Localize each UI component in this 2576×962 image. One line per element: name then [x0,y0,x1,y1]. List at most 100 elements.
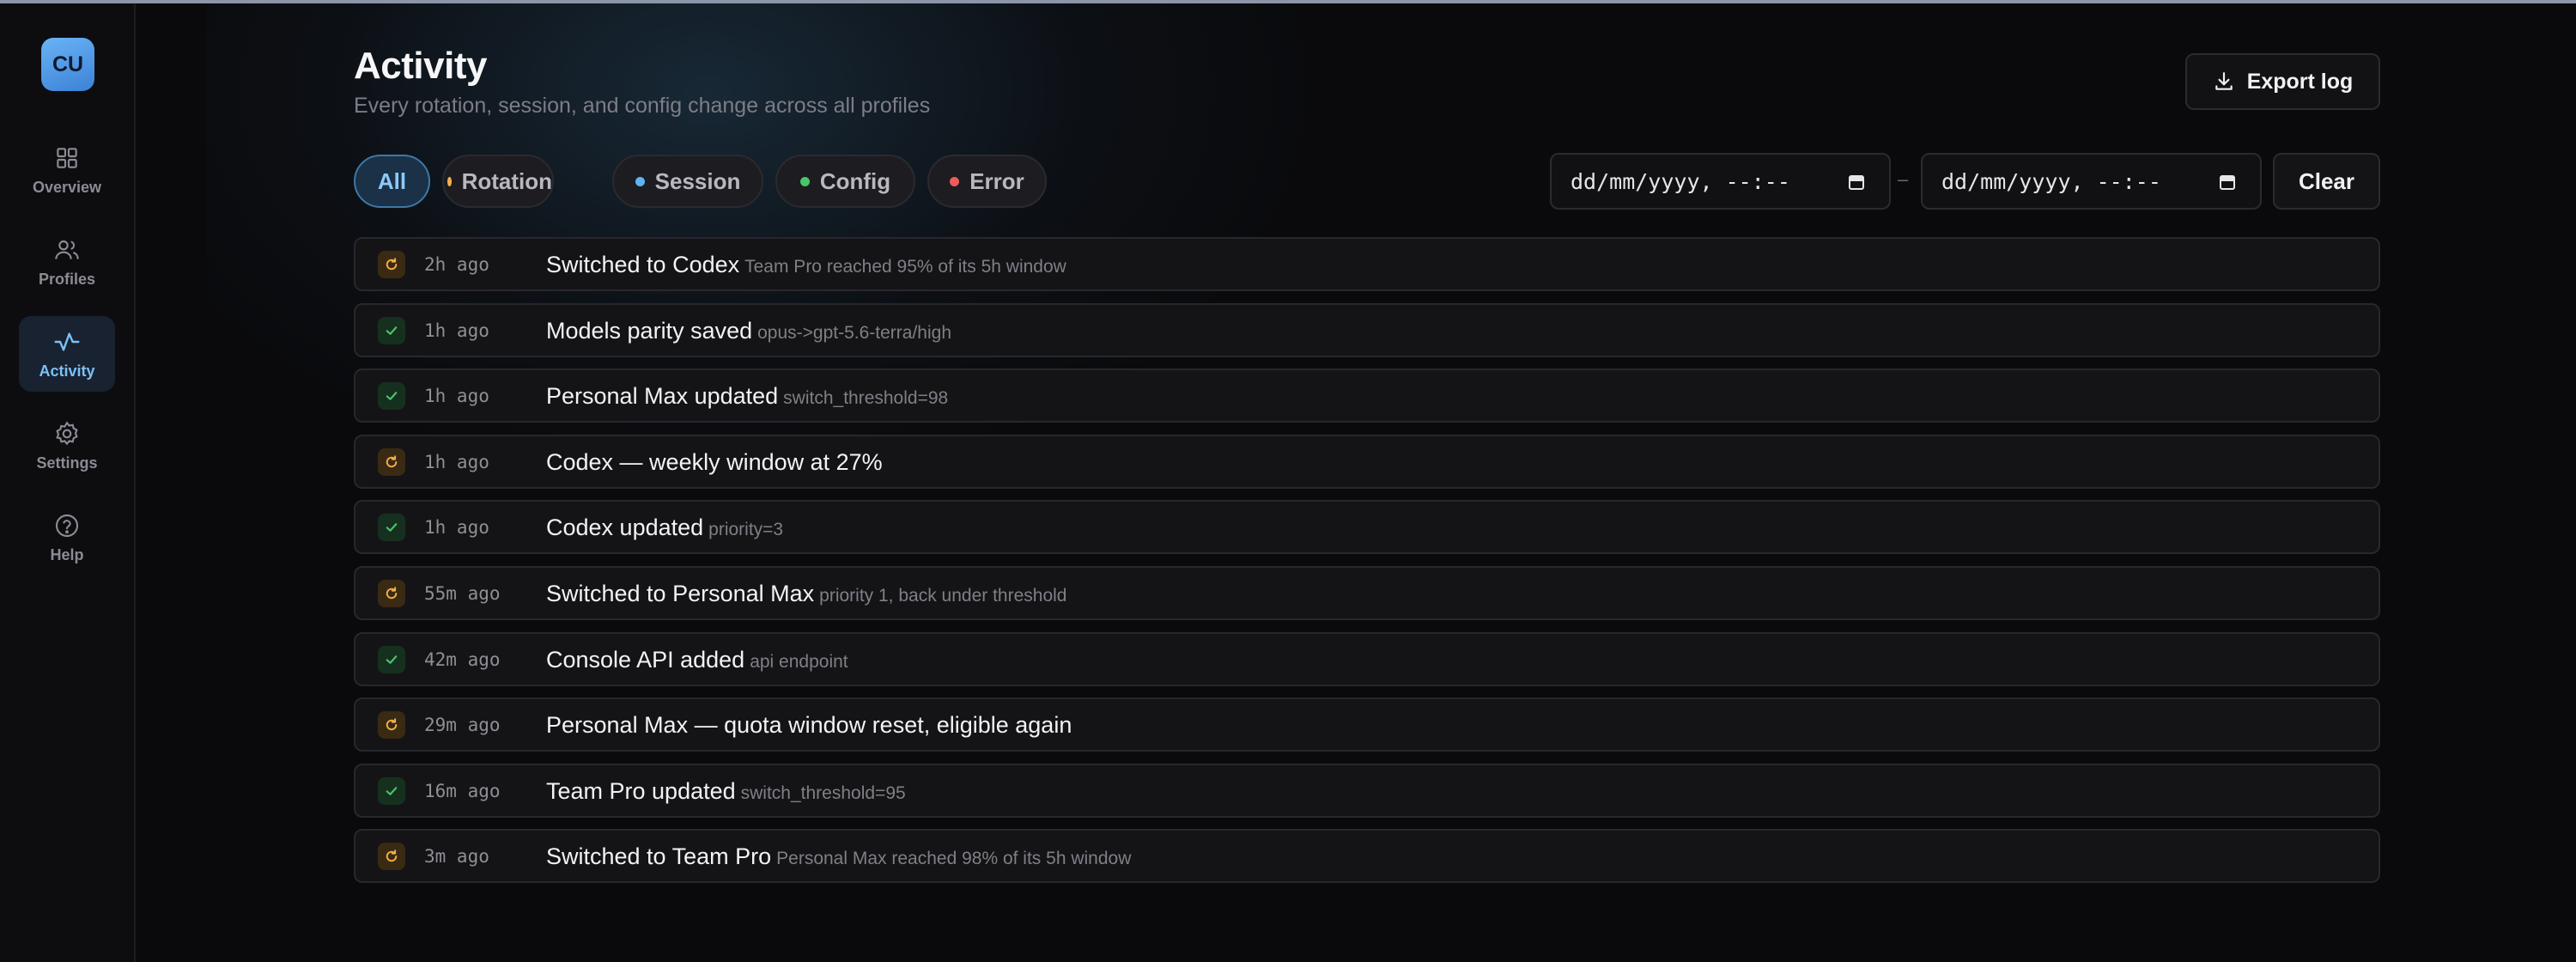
check-icon [386,326,398,335]
config-badge [378,645,405,673]
date-range-separator: – [1898,168,1909,190]
log-title-line: Codex updated priority=3 [546,514,783,541]
activity-log-row[interactable]: 1h ago Codex updated priority=3 [354,500,2380,555]
calendar-icon[interactable] [2217,172,2238,192]
log-title: Team Pro updated [546,777,736,804]
log-detail: opus->gpt-5.6-terra/high [757,322,952,343]
sidebar-item-overview[interactable]: Overview [19,132,115,208]
export-log-label: Export log [2246,69,2354,94]
sidebar-item-label: Profiles [38,270,96,288]
check-icon [386,392,398,400]
log-title: Codex — weekly window at 27% [546,448,883,475]
log-title: Switched to Team Pro [546,843,772,870]
filter-chip-config[interactable]: Config [775,155,915,208]
download-icon [2215,72,2233,90]
check-icon [386,786,398,795]
log-title-line: Models parity saved opus->gpt-5.6-terra/h… [546,318,951,344]
filter-chip-rotation[interactable]: Rotation [442,155,554,208]
log-time: 16m ago [424,780,501,801]
error-dot-icon [950,176,960,186]
log-time: 3m ago [424,846,489,868]
log-detail: api endpoint [750,651,848,672]
filter-chip-session[interactable]: Session [612,155,763,208]
page-title: Activity [354,45,487,87]
log-title-line: Codex — weekly window at 27% [546,449,883,476]
grid-icon [57,147,77,168]
page-subtitle: Every rotation, session, and config chan… [354,94,931,118]
log-title-line: Switched to Codex Team Pro reached 95% of… [546,252,1066,278]
log-title: Personal Max updated [546,383,779,410]
session-dot-icon [635,176,645,186]
calendar-icon[interactable] [1846,172,1867,192]
log-time: 1h ago [424,517,489,539]
sidebar-item-settings[interactable]: Settings [19,408,115,484]
date-from-placeholder: dd/mm/yyyy, --:-- [1571,168,1790,194]
log-title-line: Switched to Team Pro Personal Max reached… [546,843,1131,870]
date-to-input[interactable]: dd/mm/yyyy, --:-- [1921,153,2262,210]
log-time: 1h ago [424,320,489,341]
activity-log-row[interactable]: 1h ago Models parity saved opus->gpt-5.6-t… [354,302,2380,357]
clear-button[interactable]: Clear [2273,153,2380,210]
activity-log-row[interactable]: 29m ago Personal Max — quota window reset… [354,697,2380,752]
rotate-icon [386,258,398,271]
config-badge [378,382,405,411]
log-time: 55m ago [424,583,501,604]
activity-log-row[interactable]: 1h ago Codex — weekly window at 27% [354,434,2380,489]
log-detail: switch_threshold=95 [740,782,906,803]
log-time: 2h ago [424,254,489,275]
activity-log-row[interactable]: 2h ago Switched to Codex Team Pro reached … [354,237,2380,291]
log-title-line: Switched to Personal Max priority 1, back… [546,581,1066,607]
activity-log-row[interactable]: 42m ago Console API added api endpoint [354,631,2380,686]
rotation-badge [378,843,405,871]
sidebar-item-label: Settings [36,454,98,472]
sidebar-item-label: Activity [39,362,95,380]
config-badge [378,776,405,805]
filter-chip-label: All [377,167,407,194]
log-title: Console API added [546,646,745,673]
sidebar: CU Overview Profiles Activity Settings H… [0,3,136,962]
log-title-line: Console API added api endpoint [546,647,848,673]
sidebar-item-activity[interactable]: Activity [19,316,115,392]
log-detail: priority=3 [708,520,784,540]
rotation-badge [378,580,405,607]
log-time: 1h ago [424,386,489,407]
config-badge [378,316,405,344]
check-icon [386,523,398,533]
date-to-placeholder: dd/mm/yyyy, --:-- [1941,168,2161,194]
log-time: 29m ago [424,715,501,736]
users-icon [55,240,79,259]
app-logo[interactable]: CU [41,38,94,91]
help-icon [55,514,79,537]
activity-log-row[interactable]: 1h ago Personal Max updated switch_thresho… [354,368,2380,423]
rotate-icon [386,587,398,600]
rotate-icon [386,849,398,862]
sidebar-item-label: Help [50,545,84,563]
filter-chip-label: Error [969,167,1024,194]
log-title: Models parity saved [546,317,753,344]
log-detail: priority 1, back under threshold [819,586,1067,606]
log-title-line: Personal Max updated switch_threshold=98 [546,383,948,410]
filter-chip-all[interactable]: All [354,155,430,208]
activity-log-row[interactable]: 16m ago Team Pro updated switch_threshold=… [354,763,2380,818]
sidebar-item-label: Overview [32,178,102,196]
logo-text: CU [52,52,84,76]
sidebar-item-profiles[interactable]: Profiles [19,224,115,300]
log-detail: Team Pro reached 95% of its 5h window [744,257,1066,277]
activity-icon [54,332,80,351]
activity-log-row[interactable]: 55m ago Switched to Personal Max priority … [354,566,2380,620]
log-time: 1h ago [424,451,489,472]
config-dot-icon [799,176,810,186]
filter-chip-error[interactable]: Error [927,155,1047,208]
export-log-button[interactable]: Export log [2185,53,2380,110]
gear-icon [56,421,78,445]
rotation-badge [378,448,405,476]
activity-log-row[interactable]: 3m ago Switched to Team Pro Personal Max r… [354,829,2380,884]
window-top-border [0,0,2576,3]
log-title: Codex updated [546,514,704,541]
filter-chip-label: Config [819,167,891,194]
date-from-input[interactable]: dd/mm/yyyy, --:-- [1550,153,1891,210]
check-icon [386,655,398,664]
sidebar-item-help[interactable]: Help [19,500,115,575]
log-detail: Personal Max reached 98% of its 5h windo… [776,849,1132,869]
log-title: Switched to Personal Max [546,581,815,606]
